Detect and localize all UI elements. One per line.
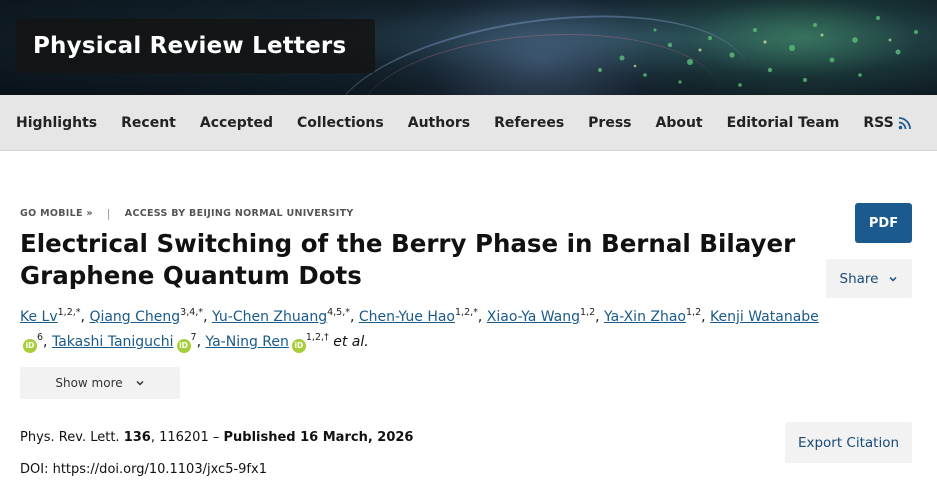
nav-item-recent[interactable]: Recent	[121, 115, 176, 131]
show-more-label: Show more	[55, 376, 123, 390]
nav-item-label: Recent	[121, 115, 176, 131]
article-meta-line: GO MOBILE » | ACCESS BY BEIJING NORMAL U…	[20, 207, 354, 220]
author-affiliation: 6	[37, 332, 44, 343]
main-nav: Highlights Recent Accepted Collections A…	[0, 95, 937, 151]
access-notice: ACCESS BY BEIJING NORMAL UNIVERSITY	[124, 208, 354, 219]
author-link[interactable]: Xiao-Ya Wang	[487, 309, 580, 325]
nav-item-label: Authors	[407, 115, 471, 131]
nav-item-accepted[interactable]: Accepted	[200, 115, 273, 131]
rss-icon	[898, 117, 911, 130]
article-title: Electrical Switching of the Berry Phase …	[20, 229, 796, 290]
author-affiliation: 1,2,*	[57, 307, 81, 318]
show-more-button[interactable]: Show more	[20, 367, 180, 399]
citation-published: Published 16 March, 2026	[223, 430, 414, 445]
orcid-icon[interactable]: iD	[291, 339, 306, 353]
citation-volume: 136	[123, 430, 151, 445]
author-link[interactable]: Takashi Taniguchi	[52, 334, 174, 350]
nav-item-press[interactable]: Press	[588, 115, 631, 131]
journal-title-box[interactable]: Physical Review Letters	[16, 19, 375, 73]
citation-article-number: , 116201 –	[150, 430, 224, 445]
nav-item-authors[interactable]: Authors	[408, 115, 470, 131]
author-affiliation: 4,5,*	[327, 307, 350, 318]
nav-item-label: Press	[588, 115, 632, 131]
pdf-label: PDF	[868, 215, 899, 231]
nav-item-rss[interactable]: RSS	[863, 115, 911, 131]
orcid-icon[interactable]: iD	[23, 339, 37, 353]
author-link[interactable]: Yu-Chen Zhuang	[212, 309, 327, 325]
nav-item-collections[interactable]: Collections	[297, 115, 384, 131]
et-al: et al.	[333, 334, 369, 350]
nav-item-about[interactable]: About	[655, 115, 702, 131]
author-affiliation: 3,4,*	[180, 307, 204, 318]
share-label: Share	[839, 270, 879, 287]
export-citation-button[interactable]: Export Citation	[785, 422, 912, 463]
author-affiliation: 7	[190, 332, 197, 343]
journal-banner: Physical Review Letters	[0, 0, 937, 95]
banner-particles	[598, 16, 918, 87]
orcid-icon[interactable]: iD	[176, 339, 191, 353]
author-affiliation: 1,2,†	[305, 332, 329, 343]
nav-item-label: Accepted	[199, 115, 274, 131]
nav-item-label: Editorial Team	[726, 115, 840, 131]
author-link[interactable]: Chen-Yue Hao	[359, 309, 455, 325]
nav-item-referees[interactable]: Referees	[494, 115, 564, 131]
nav-item-editorial-team[interactable]: Editorial Team	[727, 115, 840, 131]
author-link[interactable]: Kenji Watanabe	[710, 309, 819, 325]
author-link[interactable]: Ke Lv	[20, 309, 58, 325]
nav-item-label: Highlights	[16, 115, 98, 131]
chevron-down-icon	[889, 276, 898, 282]
go-mobile-link[interactable]: GO MOBILE »	[20, 208, 93, 219]
nav-item-label: RSS	[863, 115, 894, 131]
export-citation-label: Export Citation	[797, 434, 900, 451]
meta-separator: |	[106, 207, 111, 220]
nav-item-label: Collections	[297, 115, 384, 131]
author-link[interactable]: Ya-Ning Ren	[205, 334, 288, 350]
citation-line: Phys. Rev. Lett. 136, 116201 – Published…	[20, 430, 413, 445]
nav-item-highlights[interactable]: Highlights	[16, 115, 97, 131]
doi-line[interactable]: DOI: https://doi.org/10.1103/jxc5-9fx1	[20, 462, 267, 477]
journal-title[interactable]: Physical Review Letters	[33, 33, 346, 59]
nav-list: Highlights Recent Accepted Collections A…	[0, 95, 937, 151]
chevron-down-icon	[136, 380, 144, 386]
author-affiliation: 1,2	[686, 307, 702, 318]
citation-journal: Phys. Rev. Lett.	[20, 430, 120, 445]
pdf-button[interactable]: PDF	[855, 203, 912, 243]
author-link[interactable]: Ya-Xin Zhao	[604, 309, 686, 325]
nav-item-label: About	[655, 115, 703, 131]
nav-item-label: Referees	[494, 115, 565, 131]
author-link[interactable]: Qiang Cheng	[89, 309, 180, 325]
author-affiliation: 1,2	[580, 307, 596, 318]
share-button[interactable]: Share	[826, 259, 912, 298]
author-list: Ke Lv1,2,*, Qiang Cheng3,4,*, Yu-Chen Zh…	[20, 305, 820, 355]
author-affiliation: 1,2,*	[455, 307, 478, 318]
